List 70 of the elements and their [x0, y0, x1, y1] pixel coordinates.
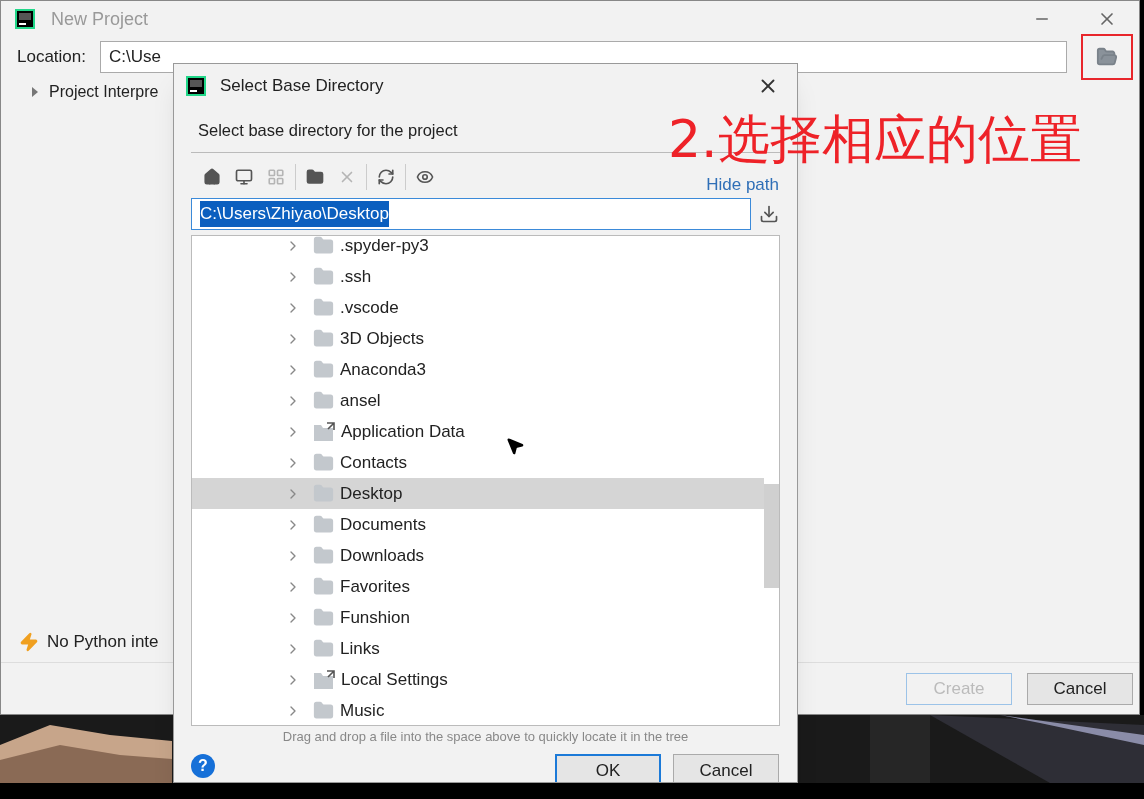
folder-name: Anaconda3 — [340, 358, 427, 381]
folder-name: Application Data — [341, 420, 465, 443]
dialog-button[interactable]: Cancel — [1027, 672, 1133, 705]
folder-shortcut-icon — [313, 421, 335, 442]
location-label: Location: — [17, 46, 86, 69]
folder-icon — [313, 514, 334, 535]
tree-row[interactable]: .ssh — [192, 261, 764, 292]
mouse-cursor-icon — [505, 436, 525, 456]
download-icon[interactable] — [759, 204, 779, 224]
tree-row[interactable]: Music — [192, 695, 764, 725]
folder-icon — [313, 390, 334, 411]
dialog-button[interactable]: Cancel — [673, 754, 779, 782]
tree-row[interactable]: Anaconda3 — [192, 354, 764, 385]
dialog-button[interactable]: OK — [555, 754, 661, 782]
path-field[interactable]: C:\Users\Zhiyao\Desktop — [191, 198, 751, 230]
folder-name: .ssh — [340, 265, 372, 288]
warning-text: No Python inte — [47, 631, 159, 654]
folder-name: Favorites — [340, 575, 410, 598]
hide-path-link[interactable]: Hide path — [706, 171, 779, 197]
folder-name: Music — [340, 699, 385, 722]
folder-name: ansel — [340, 389, 381, 412]
tree-row[interactable]: Desktop — [192, 478, 764, 509]
folder-icon — [313, 700, 334, 721]
window-title: New Project — [51, 7, 149, 31]
app-logo-icon — [15, 9, 35, 29]
folder-icon — [313, 328, 334, 349]
app-logo-icon — [186, 76, 206, 96]
dialog-title: Select Base Directory — [220, 75, 384, 98]
folder-icon — [313, 297, 334, 318]
folder-icon — [1096, 46, 1118, 68]
folder-icon — [313, 359, 334, 380]
warning-icon — [19, 632, 39, 652]
hint-text: Drag and drop a file into the space above to quickly locate it in the tree — [282, 728, 689, 747]
folder-shortcut-icon — [313, 669, 335, 690]
tree-row[interactable]: ansel — [192, 385, 764, 416]
tree-row[interactable]: Application Data — [192, 416, 764, 447]
folder-name: Documents — [340, 513, 426, 536]
folder-icon — [313, 607, 334, 628]
folder-name: Downloads — [340, 544, 425, 567]
tree-row[interactable]: Contacts — [192, 447, 764, 478]
tree-row[interactable]: Funshion — [192, 602, 764, 633]
folder-name: Funshion — [340, 606, 410, 629]
tree-row[interactable]: 3D Objects — [192, 323, 764, 354]
browse-button[interactable] — [1081, 34, 1133, 80]
tree-row[interactable]: Downloads — [192, 540, 764, 571]
folder-icon — [313, 576, 334, 597]
folder-icon — [313, 266, 334, 287]
folder-name: Local Settings — [341, 668, 448, 691]
folder-name: .spyder-py3 — [340, 236, 429, 257]
tree-row[interactable]: Local Settings — [192, 664, 764, 695]
tree-row[interactable]: .spyder-py3 — [192, 236, 764, 261]
scrollbar-thumb[interactable] — [764, 484, 779, 588]
folder-icon — [313, 236, 334, 256]
tree-row[interactable]: Links — [192, 633, 764, 664]
folder-name: .vscode — [340, 296, 399, 319]
tree-row[interactable]: Favorites — [192, 571, 764, 602]
dialog-description: Select base directory for the project — [198, 119, 458, 141]
expand-icon[interactable] — [31, 86, 39, 98]
tree-row[interactable]: .vscode — [192, 292, 764, 323]
folder-name: Contacts — [340, 451, 408, 474]
folder-name: Desktop — [340, 482, 403, 505]
folder-icon — [313, 452, 334, 473]
annotation-text: 2.选择相应的位置 — [668, 108, 1082, 171]
folder-name: 3D Objects — [340, 327, 425, 350]
tree-row[interactable]: Documents — [192, 509, 764, 540]
folder-icon — [313, 638, 334, 659]
folder-name: Links — [340, 637, 380, 660]
help-button[interactable]: ? — [191, 754, 215, 778]
section-label[interactable]: Project Interpre — [49, 80, 159, 104]
folder-icon — [313, 545, 334, 566]
